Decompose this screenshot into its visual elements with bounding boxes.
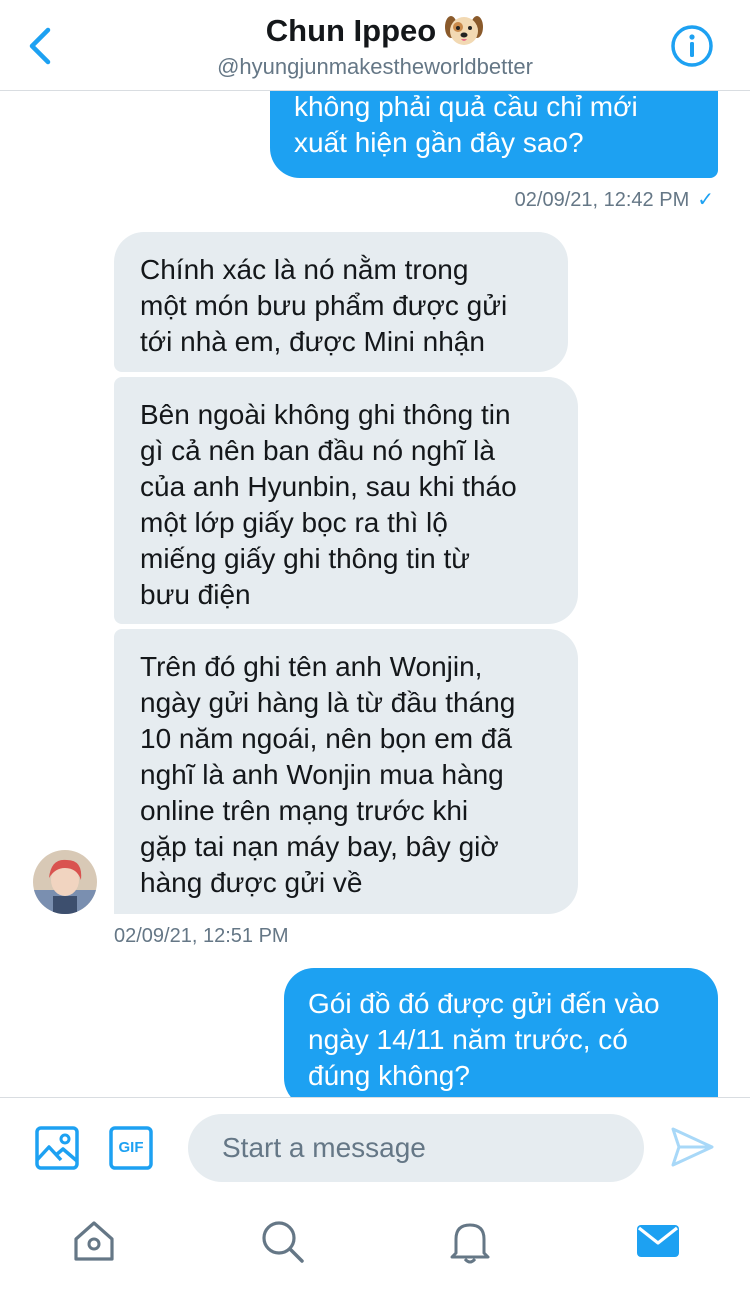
messages-envelope-icon <box>637 1225 679 1257</box>
message-line: bưu điện <box>140 579 251 610</box>
message-bubble-outgoing[interactable]: không phải quả cầu chỉ mới xuất hiện gần… <box>270 91 718 178</box>
sent-check-icon: ✓ <box>697 189 714 211</box>
message-line: của anh Hyunbin, sau khi tháo <box>140 471 517 502</box>
message-line: một lớp giấy bọc ra thì lộ <box>140 507 448 538</box>
message-line: một món bưu phẩm được gửi <box>140 290 508 321</box>
add-image-button[interactable] <box>34 1125 80 1171</box>
contact-name-row: Chun Ippeo <box>0 12 750 50</box>
info-button[interactable] <box>670 24 714 68</box>
image-icon <box>35 1126 79 1170</box>
message-line: ngày gửi hàng là từ đầu tháng <box>140 687 516 718</box>
message-line: tới nhà em, được Mini nhận <box>140 326 485 357</box>
message-line: online trên mạng trước khi <box>140 795 469 826</box>
avatar[interactable] <box>33 850 97 914</box>
message-line: đúng không? <box>308 1060 470 1091</box>
message-line: nghĩ là anh Wonjin mua hàng <box>140 759 504 790</box>
message-line: gặp tai nạn máy bay, bây giờ <box>140 831 499 862</box>
add-gif-button[interactable]: GIF <box>108 1125 154 1171</box>
message-line: Gói đồ đó được gửi đến vào <box>308 988 660 1019</box>
message-bubble-incoming[interactable]: Trên đó ghi tên anh Wonjin, ngày gửi hàn… <box>114 629 578 914</box>
message-line: không phải quả cầu chỉ mới <box>294 91 638 122</box>
message-line: ngày 14/11 năm trước, có <box>308 1024 628 1055</box>
bottom-tab-bar <box>0 1199 750 1295</box>
message-line: Trên đó ghi tên anh Wonjin, <box>140 651 483 682</box>
timestamp-text: 02/09/21, 12:42 PM <box>514 189 690 211</box>
message-input[interactable] <box>188 1114 644 1182</box>
message-line: miếng giấy ghi thông tin từ <box>140 543 471 574</box>
message-line: hàng được gửi về <box>140 867 363 898</box>
message-line: 10 năm ngoái, nên bọn em đã <box>140 723 513 754</box>
tab-home[interactable] <box>70 1217 118 1265</box>
message-list[interactable]: không phải quả cầu chỉ mới xuất hiện gần… <box>0 91 750 1097</box>
tab-messages[interactable] <box>634 1217 682 1265</box>
contact-name: Chun Ippeo <box>265 13 437 48</box>
message-line: Bên ngoài không ghi thông tin <box>140 399 511 430</box>
message-line: gì cả nên ban đầu nó nghĩ là <box>140 435 495 466</box>
message-timestamp: 02/09/21, 12:51 PM <box>114 925 289 947</box>
search-icon <box>262 1221 304 1263</box>
message-timestamp: 02/09/21, 12:42 PM ✓ <box>515 187 714 212</box>
message-composer: GIF <box>0 1097 750 1200</box>
message-line: xuất hiện gần đây sao? <box>294 127 584 158</box>
info-icon <box>671 25 713 67</box>
tab-search[interactable] <box>258 1217 306 1265</box>
conversation-header: Chun Ippeo @hyungjunmakestheworldbetter <box>0 0 750 91</box>
contact-handle: @hyungjunmakestheworldbetter <box>217 54 533 79</box>
conversation-title[interactable]: Chun Ippeo @hyungjunmakestheworldbetter <box>0 12 750 82</box>
notifications-bell-icon <box>450 1223 490 1264</box>
home-icon <box>74 1221 114 1261</box>
send-button[interactable] <box>668 1125 716 1169</box>
message-bubble-incoming[interactable]: Chính xác là nó nằm trong một món bưu ph… <box>114 232 568 372</box>
send-icon <box>671 1127 714 1167</box>
message-line: Chính xác là nó nằm trong <box>140 254 469 285</box>
message-bubble-outgoing[interactable]: Gói đồ đó được gửi đến vào ngày 14/11 nă… <box>284 968 718 1097</box>
dog-emoji-icon <box>444 13 484 47</box>
message-bubble-incoming[interactable]: Bên ngoài không ghi thông tin gì cả nên … <box>114 377 578 624</box>
tab-notifications[interactable] <box>446 1217 494 1265</box>
gif-label: GIF <box>118 1139 144 1156</box>
